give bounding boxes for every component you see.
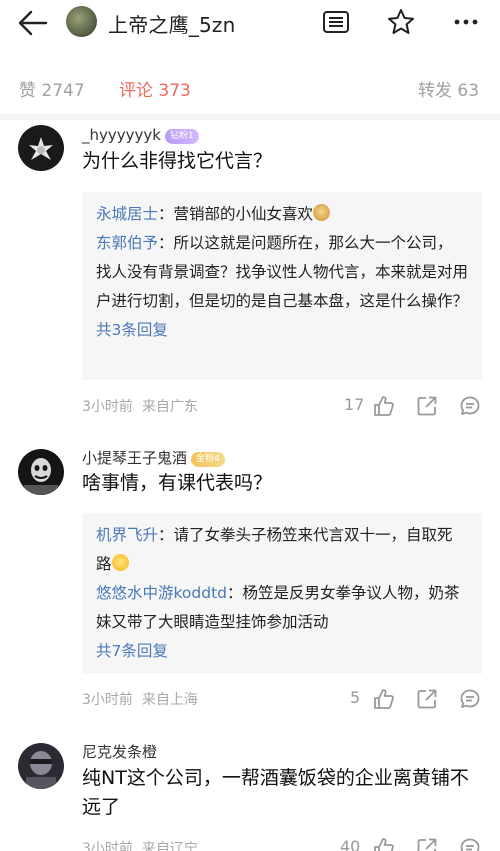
reply-username[interactable]: 东郭伯予	[96, 234, 158, 252]
tab-reposts[interactable]: 转发 63	[418, 76, 479, 101]
reply-item: 永城居士：营销部的小仙女喜欢	[96, 200, 468, 229]
share-icon[interactable]	[415, 687, 439, 711]
reply-icon[interactable]	[458, 836, 482, 851]
share-icon[interactable]	[415, 836, 439, 851]
comment-actions: 40	[0, 834, 500, 851]
like-count: 40	[340, 837, 361, 851]
comment-username[interactable]: _hyyyyyyk 钻粉1	[82, 126, 199, 144]
reply-username[interactable]: 悠悠水中游koddtd	[96, 584, 227, 602]
comment-text: 啥事情，有课代表吗？	[82, 472, 273, 494]
tab-likes[interactable]: 赞 2747	[19, 76, 85, 101]
avatar[interactable]	[18, 125, 64, 171]
reply-icon[interactable]	[458, 687, 482, 711]
comment-text: 为什么非得找它代言？	[82, 150, 273, 172]
section-divider	[0, 114, 500, 120]
comment-actions: 17	[0, 392, 500, 420]
comment-actions: 5	[0, 685, 500, 713]
reply-icon[interactable]	[458, 394, 482, 418]
note-icon[interactable]	[321, 7, 351, 37]
like-icon[interactable]	[372, 394, 396, 418]
avatar[interactable]	[18, 743, 64, 789]
star-icon[interactable]	[386, 7, 416, 37]
like-count: 5	[350, 688, 361, 707]
tab-comments[interactable]: 评论 373	[119, 76, 191, 101]
reply-username[interactable]: 永城居士	[96, 205, 158, 223]
back-arrow-icon[interactable]	[16, 8, 50, 38]
fan-badge: 金粉4	[191, 452, 225, 467]
reply-box[interactable]: 机界飞升：请了女拳头子杨笠来代言双十一，自取死路 悠悠水中游koddtd：杨笠是…	[82, 513, 482, 674]
avatar[interactable]	[18, 449, 64, 495]
share-icon[interactable]	[415, 394, 439, 418]
reply-box[interactable]: 永城居士：营销部的小仙女喜欢 东郭伯予：所以这就是问题所在，那么大一个公司，找人…	[82, 192, 482, 380]
view-more-replies[interactable]: 共3条回复	[96, 316, 468, 345]
like-icon[interactable]	[372, 687, 396, 711]
like-icon[interactable]	[372, 836, 396, 851]
doge-emoji-icon	[313, 204, 331, 221]
reply-item: 机界飞升：请了女拳头子杨笠来代言双十一，自取死路	[96, 526, 453, 573]
comment-username[interactable]: 尼克发条橙	[82, 741, 157, 762]
page-title: 上帝之鹰_5zn	[108, 13, 236, 37]
smile-emoji-icon	[111, 554, 129, 571]
author-avatar[interactable]	[66, 6, 97, 37]
reply-item: 东郭伯予：所以这就是问题所在，那么大一个公司，找人没有背景调查？找争议性人物代言…	[96, 234, 469, 310]
fan-badge: 钻粉1	[164, 129, 199, 144]
reply-item: 悠悠水中游koddtd：杨笠是反男女拳争议人物，奶茶妹又带了大眼睛造型挂饰参加活…	[96, 584, 460, 631]
top-bar: 上帝之鹰_5zn	[0, 0, 500, 48]
tab-bar: 赞 2747 评论 373 转发 63	[0, 70, 500, 106]
comment-username[interactable]: 小提琴王子鬼酒 金粉4	[82, 447, 225, 468]
like-count: 17	[344, 395, 365, 414]
reply-username[interactable]: 机界飞升	[96, 526, 158, 544]
view-more-replies[interactable]: 共7条回复	[96, 637, 468, 666]
more-icon[interactable]	[451, 7, 481, 37]
comment-text: 纯NT这个公司，一帮酒囊饭袋的企业离黄铺不远了	[82, 767, 469, 818]
